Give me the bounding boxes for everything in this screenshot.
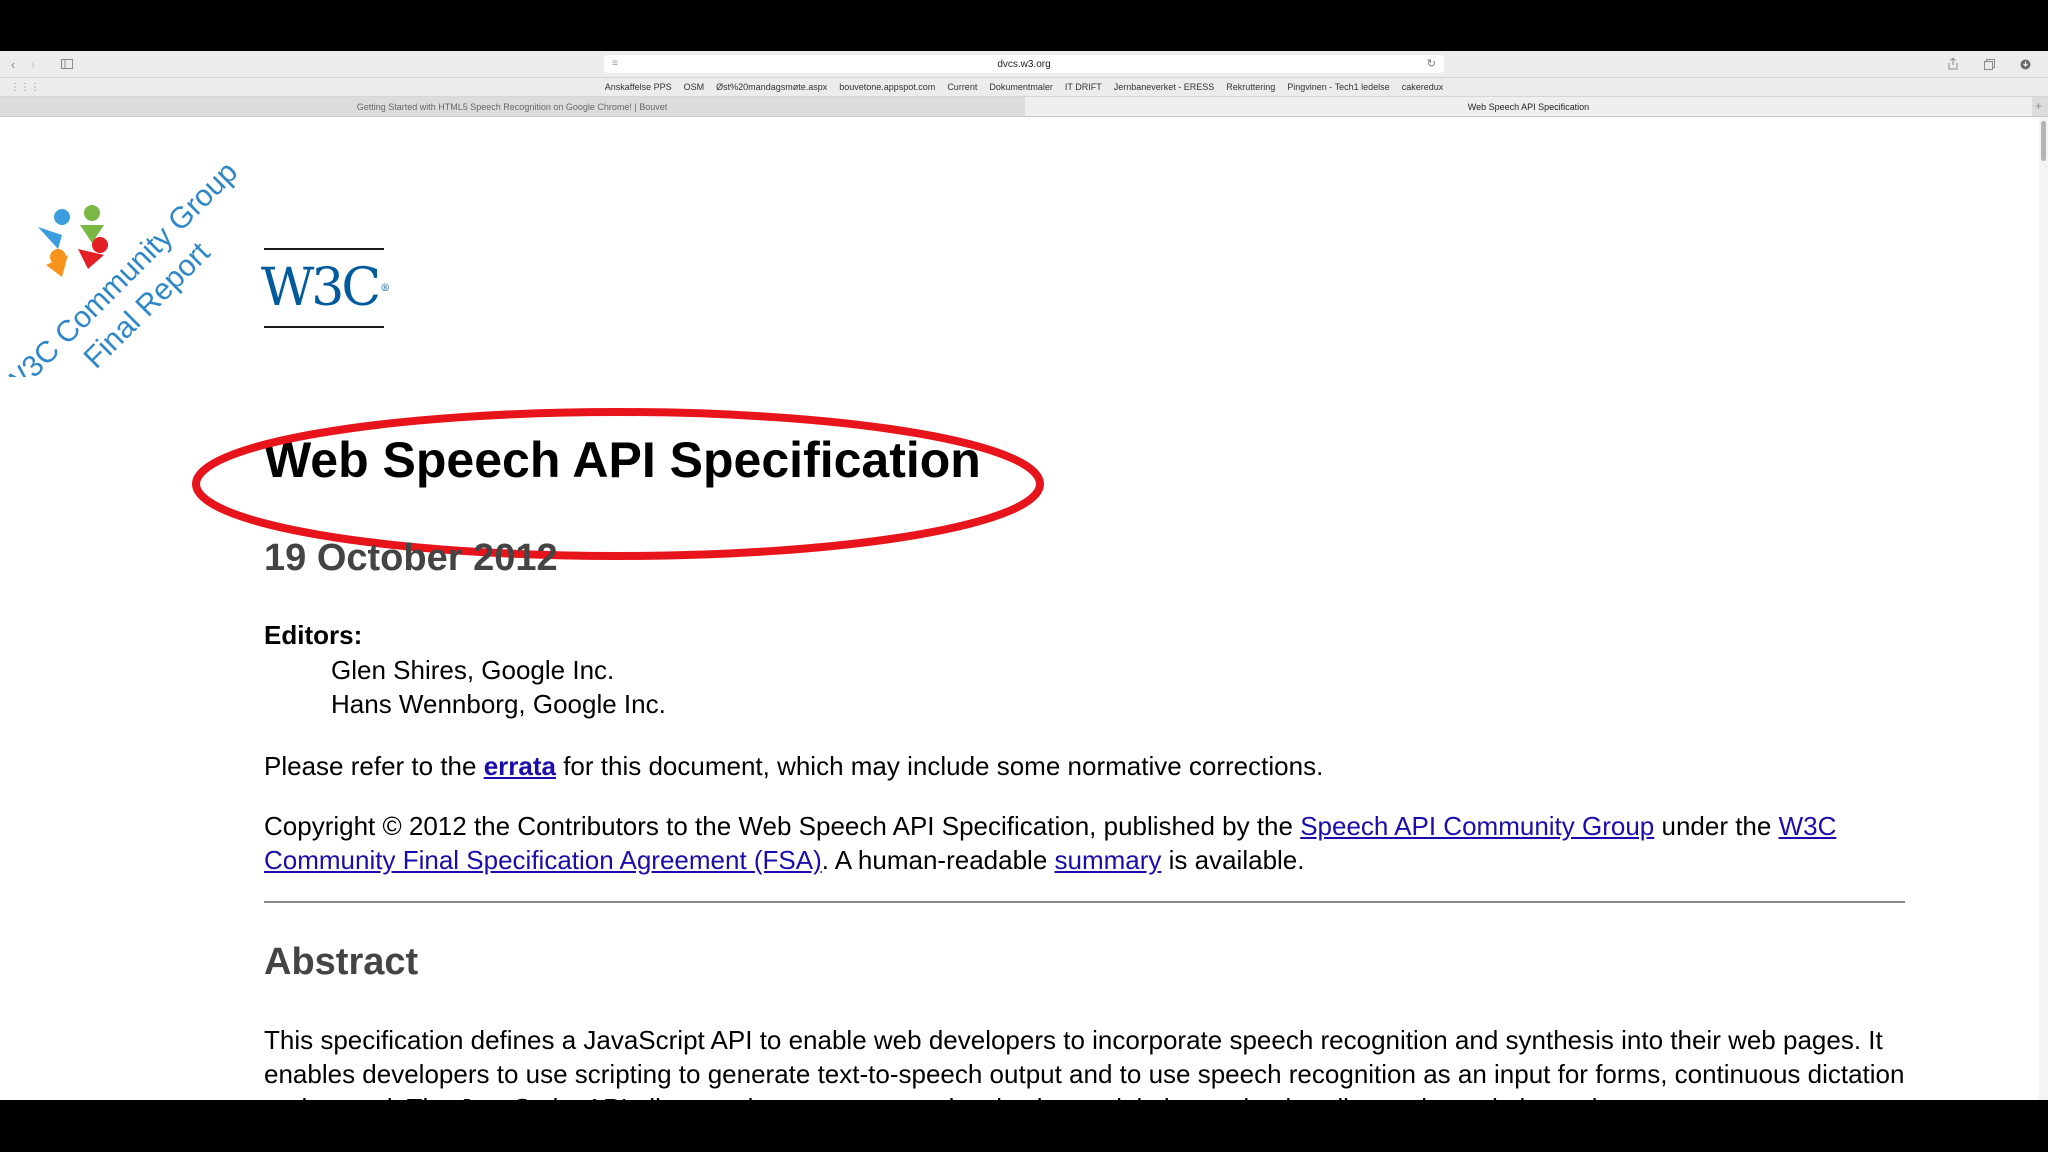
share-icon[interactable]: [1946, 56, 1960, 72]
page-content: W3C Community Group Final Report W3C ® We…: [0, 117, 2039, 1100]
bookmark-item[interactable]: Pingvinen - Tech1 ledelse: [1287, 82, 1389, 92]
bookmark-item[interactable]: cakeredux: [1402, 82, 1444, 92]
bookmark-item[interactable]: Current: [947, 82, 977, 92]
tab-web-speech-api[interactable]: Web Speech API Specification: [1025, 97, 2032, 116]
editor-1: Glen Shires, Google Inc.: [331, 655, 615, 685]
bookmarks-list: Anskaffelse PPS OSM Øst%20mandagsmøte.aspx…: [0, 78, 2048, 96]
sidebar-icon[interactable]: [58, 56, 76, 72]
abstract-text: This specification defines a JavaScript …: [264, 1025, 1905, 1100]
w3c-logo-text: W3C: [260, 258, 381, 318]
bookmark-item[interactable]: bouvetone.appspot.com: [839, 82, 935, 92]
registered-mark: ®: [380, 282, 390, 294]
url-text: dvcs.w3.org: [997, 58, 1051, 70]
reload-icon[interactable]: ↻: [1427, 57, 1436, 70]
w3c-logo[interactable]: W3C ®: [260, 248, 390, 328]
cg-people-logo: [38, 205, 108, 277]
bookmark-item[interactable]: IT DRIFT: [1065, 82, 1102, 92]
bookmark-item[interactable]: Øst%20mandagsmøte.aspx: [716, 82, 827, 92]
back-icon[interactable]: ‹: [6, 56, 20, 72]
tab-getting-started[interactable]: Getting Started with HTML5 Speech Recogn…: [0, 97, 1024, 116]
bookmark-item[interactable]: Anskaffelse PPS: [605, 82, 672, 92]
tab-bar: Getting Started with HTML5 Speech Recogn…: [0, 97, 2048, 117]
publication-date: 19 October 2012: [264, 537, 558, 579]
bookmark-item[interactable]: OSM: [684, 82, 705, 92]
errata-link[interactable]: errata: [484, 751, 556, 781]
community-group-badge: W3C Community Group Final Report: [0, 155, 244, 377]
editors-label: Editors:: [264, 620, 363, 650]
abstract-heading: Abstract: [264, 941, 419, 983]
errata-notice: Please refer to the errata for this docu…: [264, 751, 1324, 781]
scrollbar[interactable]: [2039, 117, 2048, 1100]
section-divider: [264, 901, 1905, 903]
reader-icon[interactable]: ≡: [612, 58, 618, 69]
scroll-thumb[interactable]: [2041, 121, 2046, 161]
browser-toolbar: ‹ › ≡ dvcs.w3.org ↻: [0, 51, 2048, 78]
summary-link[interactable]: summary: [1055, 845, 1162, 875]
url-field[interactable]: ≡ dvcs.w3.org ↻: [604, 55, 1444, 73]
tabs-overview-icon[interactable]: [1982, 56, 1996, 72]
speech-api-cg-link[interactable]: Speech API Community Group: [1300, 811, 1654, 841]
editor-2: Hans Wennborg, Google Inc.: [331, 689, 666, 719]
download-icon[interactable]: [2018, 56, 2032, 72]
new-tab-icon[interactable]: +: [2035, 99, 2042, 113]
browser-window: ‹ › ≡ dvcs.w3.org ↻ ⋮⋮⋮ Anskaffelse PPS O…: [0, 51, 2048, 1100]
bookmark-item[interactable]: Dokumentmaler: [989, 82, 1053, 92]
bookmarks-bar: ⋮⋮⋮ Anskaffelse PPS OSM Øst%20mandagsmøte.…: [0, 78, 2048, 97]
forward-icon[interactable]: ›: [26, 56, 40, 72]
bookmark-item[interactable]: Rekruttering: [1226, 82, 1275, 92]
copyright-notice: Copyright © 2012 the Contributors to the…: [264, 811, 1837, 875]
bookmark-item[interactable]: Jernbaneverket - ERESS: [1114, 82, 1215, 92]
